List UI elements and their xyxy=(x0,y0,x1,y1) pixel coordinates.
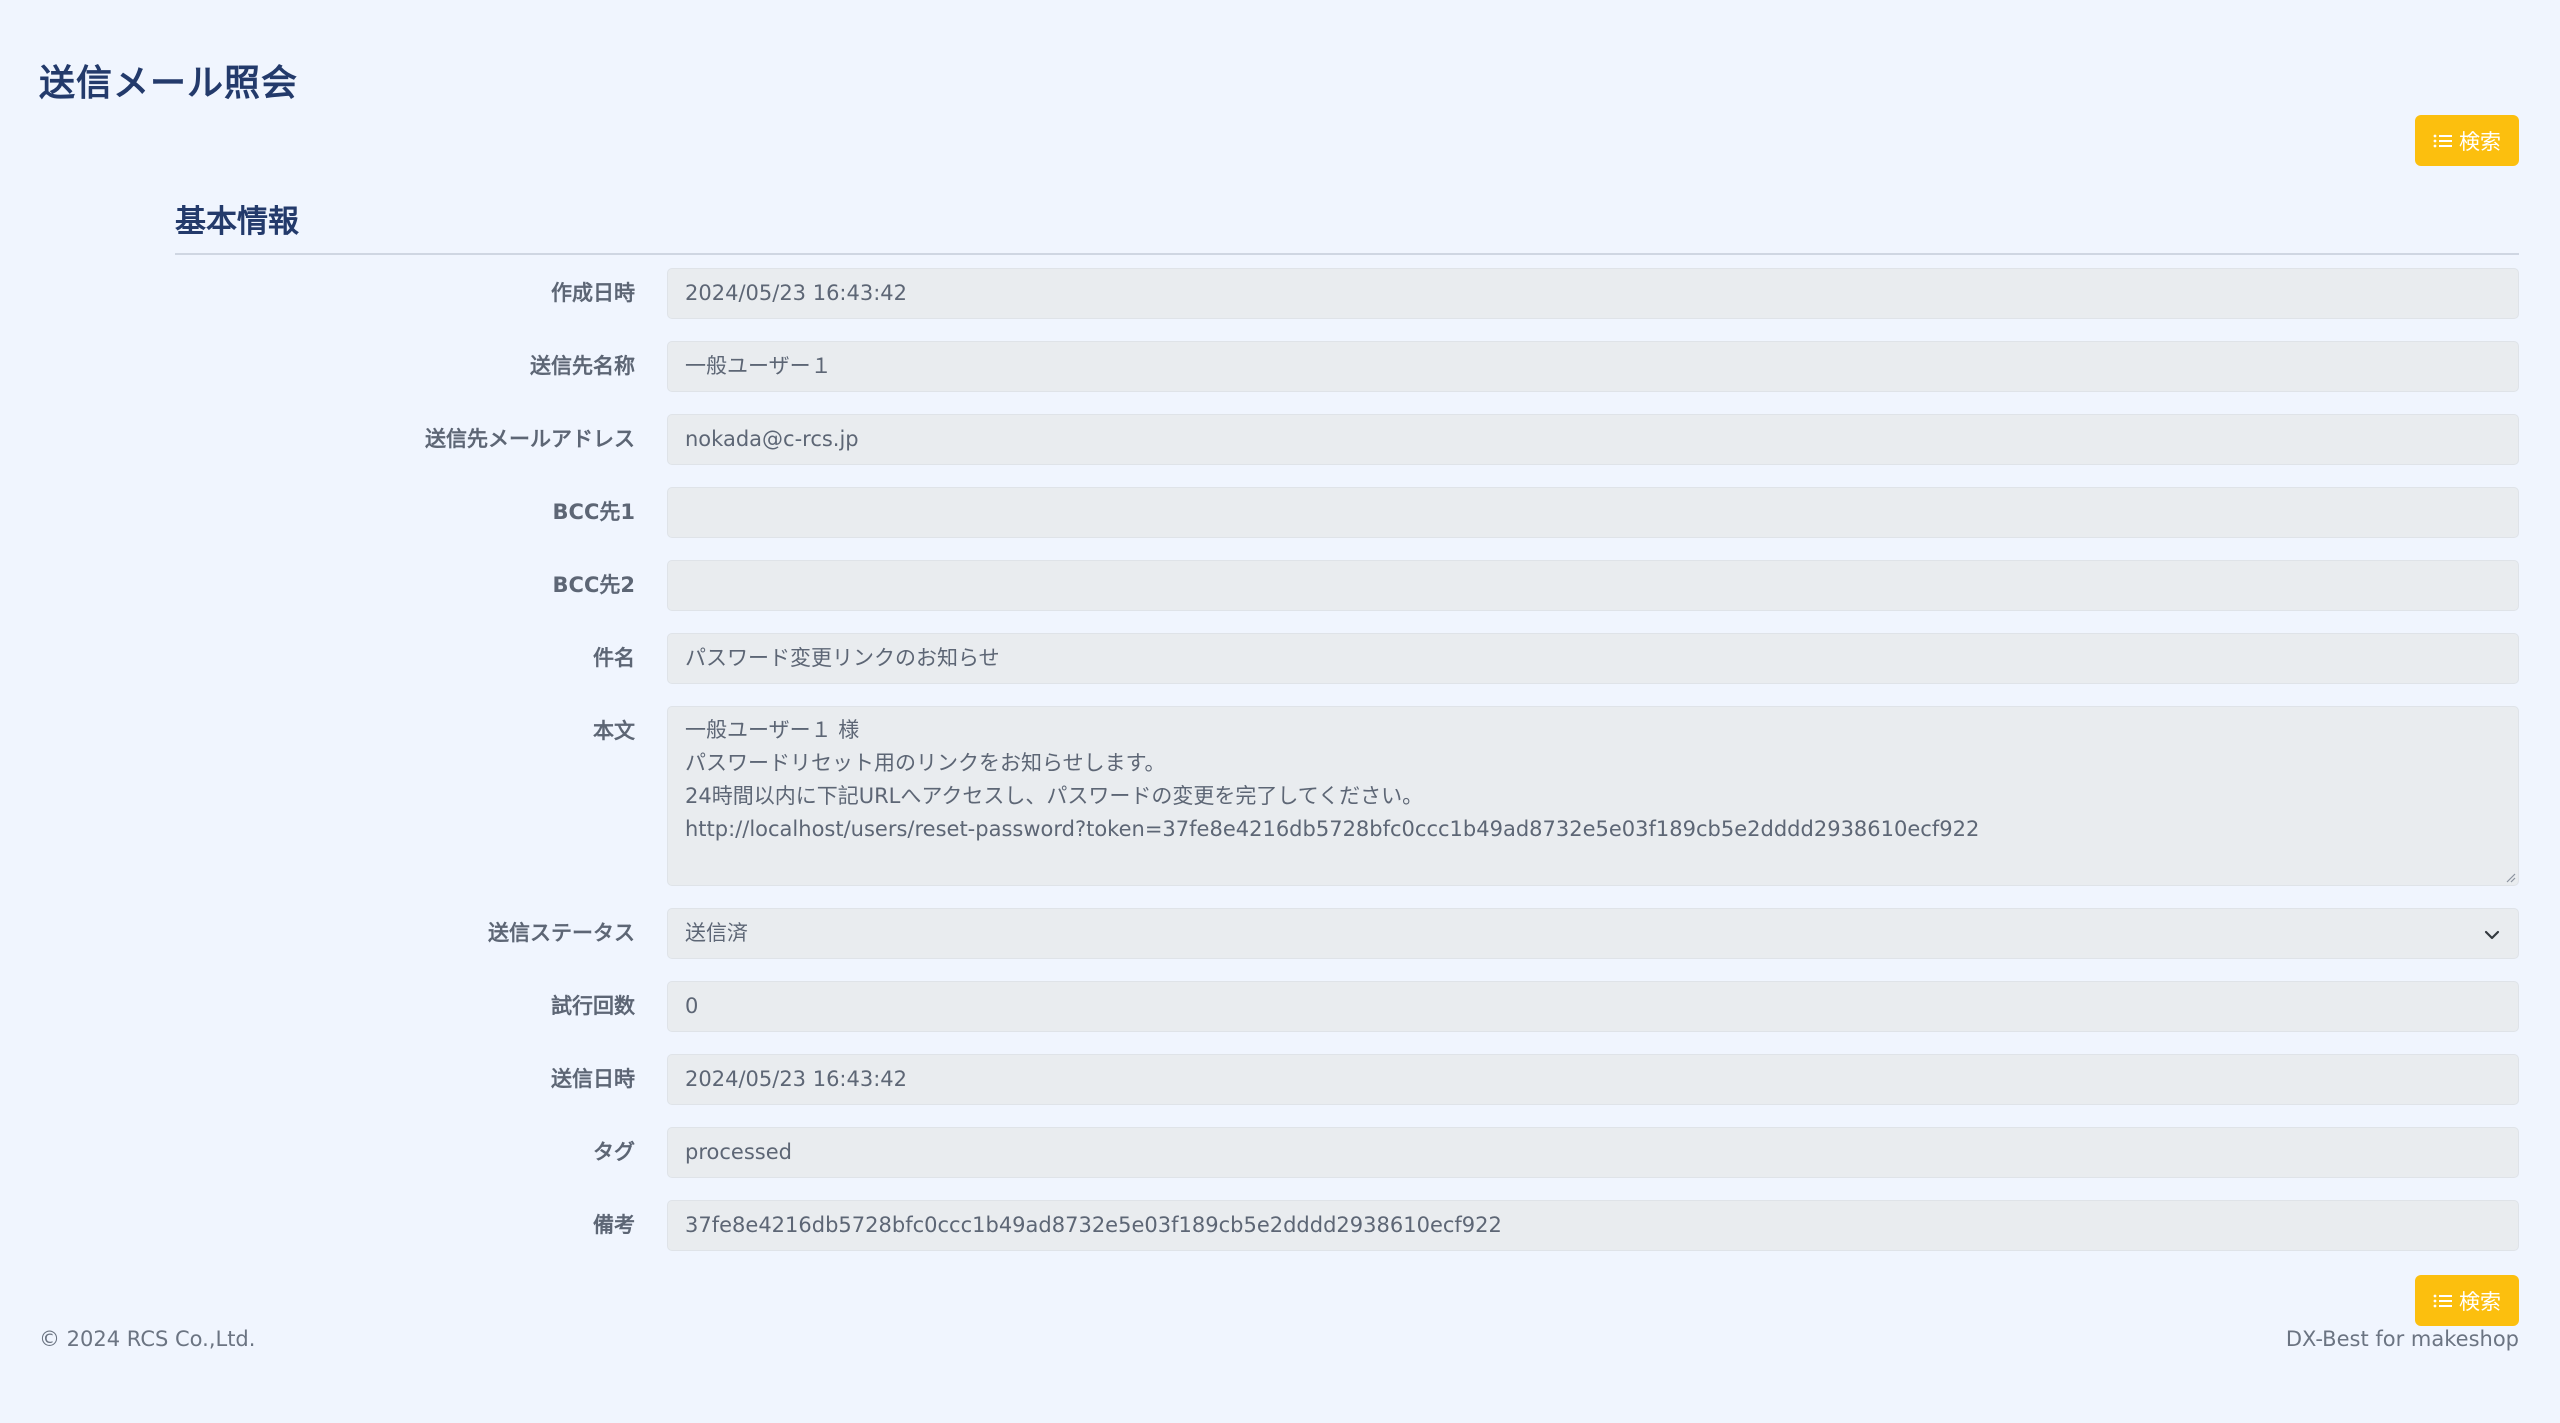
attempts-field[interactable]: 0 xyxy=(667,981,2519,1032)
bcc1-field[interactable] xyxy=(667,487,2519,538)
note-field[interactable]: 37fe8e4216db5728bfc0ccc1b49ad8732e5e03f1… xyxy=(667,1200,2519,1251)
created-at-field[interactable]: 2024/05/23 16:43:42 xyxy=(667,268,2519,319)
row-recipient-email: 送信先メールアドレス nokada@c-rcs.jp xyxy=(175,414,2519,465)
body-line: パスワードリセット用のリンクをお知らせします。 xyxy=(685,751,1166,775)
row-send-status: 送信ステータス 送信済 xyxy=(175,908,2519,959)
send-status-select[interactable]: 送信済 xyxy=(667,908,2519,959)
row-tag: タグ processed xyxy=(175,1127,2519,1178)
bcc1-label: BCC先1 xyxy=(552,500,635,524)
bcc2-label: BCC先2 xyxy=(552,573,635,597)
row-bcc2: BCC先2 xyxy=(175,560,2519,611)
bcc2-field[interactable] xyxy=(667,560,2519,611)
row-recipient-name: 送信先名称 一般ユーザー１ xyxy=(175,341,2519,392)
tag-field[interactable]: processed xyxy=(667,1127,2519,1178)
list-icon xyxy=(2433,134,2452,147)
row-created-at: 作成日時 2024/05/23 16:43:42 xyxy=(175,268,2519,319)
row-subject: 件名 パスワード変更リンクのお知らせ xyxy=(175,633,2519,684)
row-note: 備考 37fe8e4216db5728bfc0ccc1b49ad8732e5e0… xyxy=(175,1200,2519,1251)
subject-label: 件名 xyxy=(593,646,635,670)
section-title: 基本情報 xyxy=(175,204,299,240)
sent-at-label: 送信日時 xyxy=(551,1067,635,1091)
body-line: http://localhost/users/reset-password?to… xyxy=(685,817,1980,841)
body-textarea[interactable]: 一般ユーザー１ 様 パスワードリセット用のリンクをお知らせします。 24時間以内… xyxy=(667,706,2519,886)
row-attempts: 試行回数 0 xyxy=(175,981,2519,1032)
row-bcc1: BCC先1 xyxy=(175,487,2519,538)
recipient-name-label: 送信先名称 xyxy=(530,354,635,378)
attempts-label: 試行回数 xyxy=(551,994,635,1018)
footer-product-name: DX-Best for makeshop xyxy=(2285,1327,2519,1351)
row-sent-at: 送信日時 2024/05/23 16:43:42 xyxy=(175,1054,2519,1105)
search-button-label: 検索 xyxy=(2459,1289,2501,1314)
recipient-email-label: 送信先メールアドレス xyxy=(425,427,635,451)
tag-label: タグ xyxy=(593,1140,635,1164)
row-body: 本文 一般ユーザー１ 様 パスワードリセット用のリンクをお知らせします。 24時… xyxy=(175,706,2519,886)
resize-handle-icon[interactable] xyxy=(2504,871,2516,883)
recipient-name-field[interactable]: 一般ユーザー１ xyxy=(667,341,2519,392)
footer-copyright: © 2024 RCS Co.,Ltd. xyxy=(39,1327,256,1351)
sent-at-field[interactable]: 2024/05/23 16:43:42 xyxy=(667,1054,2519,1105)
page-title: 送信メール照会 xyxy=(39,63,299,104)
send-status-label: 送信ステータス xyxy=(488,921,635,945)
search-button-bottom[interactable]: 検索 xyxy=(2415,1275,2519,1326)
body-line: 一般ユーザー１ 様 xyxy=(685,718,860,742)
body-label: 本文 xyxy=(593,719,635,743)
chevron-down-icon xyxy=(2484,930,2500,940)
list-icon xyxy=(2433,1294,2452,1307)
subject-field[interactable]: パスワード変更リンクのお知らせ xyxy=(667,633,2519,684)
note-label: 備考 xyxy=(593,1213,635,1237)
send-status-value: 送信済 xyxy=(685,921,748,945)
recipient-email-field[interactable]: nokada@c-rcs.jp xyxy=(667,414,2519,465)
created-at-label: 作成日時 xyxy=(551,281,635,305)
search-button-top[interactable]: 検索 xyxy=(2415,115,2519,166)
search-button-label: 検索 xyxy=(2459,129,2501,154)
section-divider xyxy=(175,253,2519,255)
body-line: 24時間以内に下記URLへアクセスし、パスワードの変更を完了してください。 xyxy=(685,784,1424,808)
